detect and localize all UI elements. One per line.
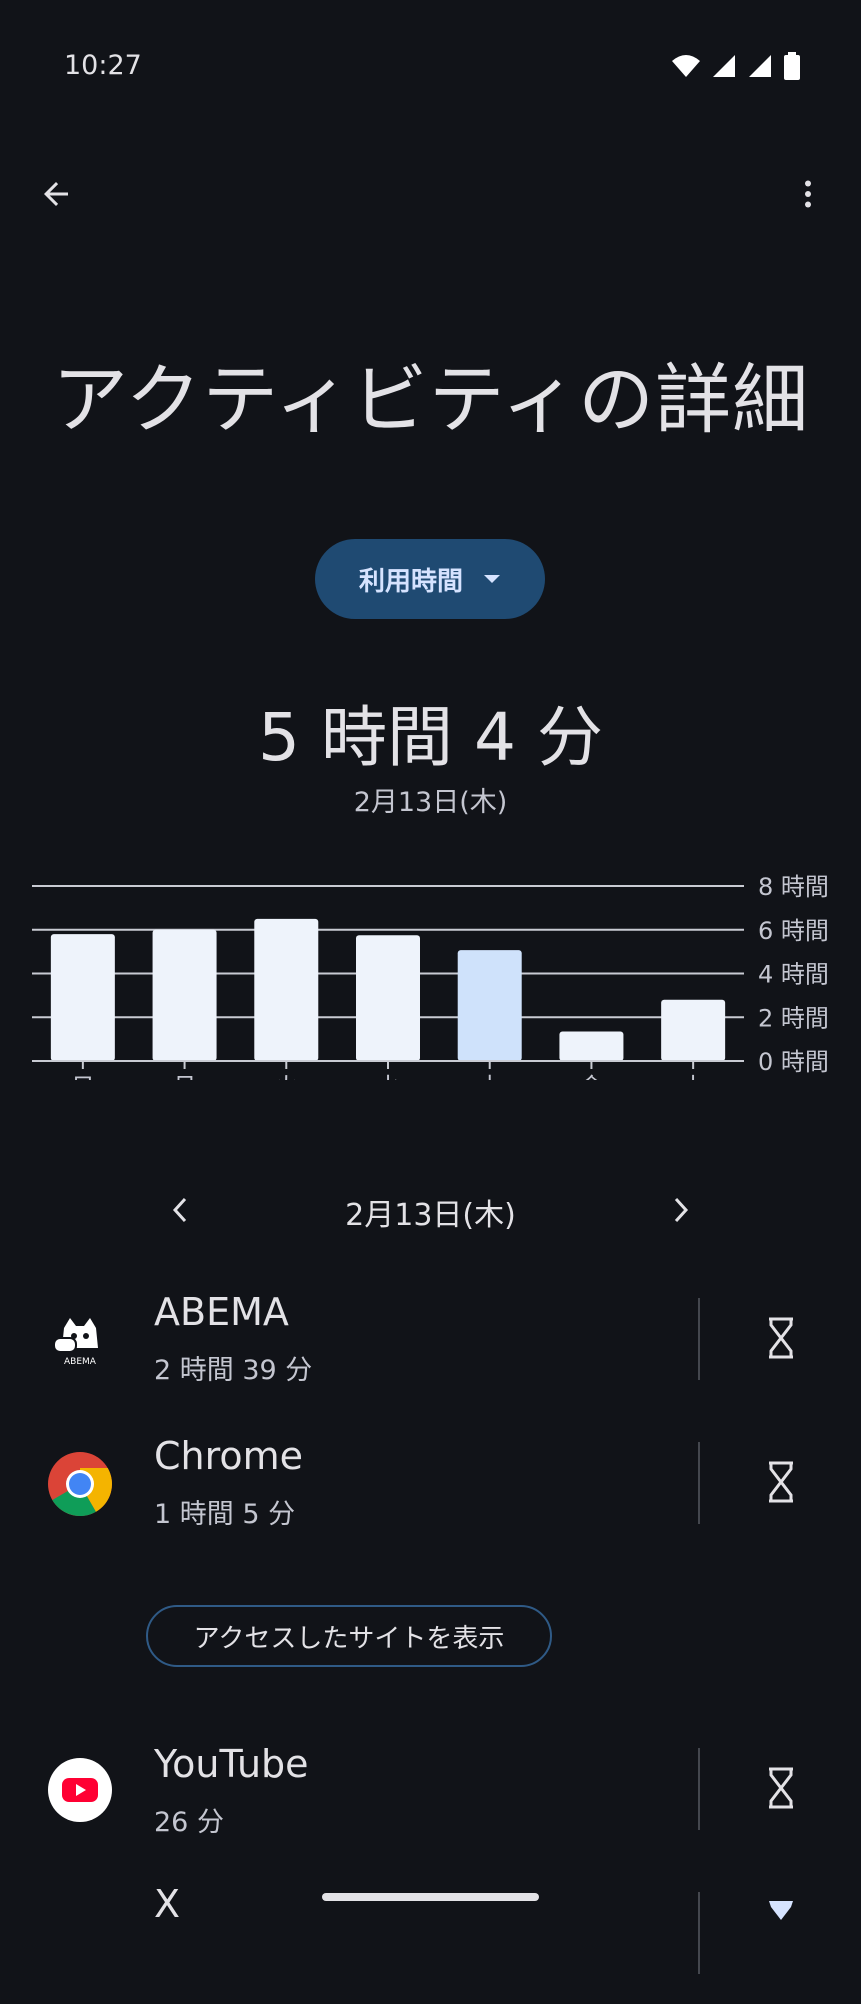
signal-icon xyxy=(713,55,735,77)
y-tick-label: 6 時間 xyxy=(758,917,829,945)
status-time: 10:27 xyxy=(64,50,142,81)
y-tick-label: 2 時間 xyxy=(758,1004,829,1032)
youtube-icon xyxy=(48,1758,112,1822)
battery-icon xyxy=(784,52,800,80)
hourglass-filled-icon xyxy=(769,1901,793,1920)
more-options-button[interactable] xyxy=(780,166,836,222)
x-tick-label: 土 xyxy=(681,1073,705,1080)
chart-bar[interactable] xyxy=(559,1031,624,1061)
svg-text:ABEMA: ABEMA xyxy=(64,1357,97,1367)
app-name: Chrome xyxy=(154,1434,304,1478)
x-tick-label: 金 xyxy=(579,1073,603,1080)
app-row-x[interactable]: X xyxy=(0,1864,861,2004)
x-icon xyxy=(48,1902,112,1966)
divider xyxy=(698,1892,700,1974)
x-tick-label: 月 xyxy=(173,1073,197,1080)
app-usage-time: 1 時間 5 分 xyxy=(154,1499,296,1530)
app-row-youtube[interactable]: YouTube 26 分 xyxy=(0,1720,861,1860)
gesture-nav-handle[interactable] xyxy=(322,1893,539,1901)
current-date-label: 2月13日(木) xyxy=(345,1198,516,1233)
y-tick-label: 8 時間 xyxy=(758,873,829,901)
page-title: アクティビティの詳細 xyxy=(52,355,810,444)
chart-bar[interactable] xyxy=(356,935,420,1061)
app-row-chrome[interactable]: Chrome 1 時間 5 分 xyxy=(0,1414,861,1554)
chart-bar[interactable] xyxy=(152,929,217,1061)
metric-dropdown-label: 利用時間 xyxy=(358,566,463,597)
summary-date: 2月13日(木) xyxy=(353,787,508,818)
app-timer-button[interactable] xyxy=(753,1454,809,1510)
chrome-icon xyxy=(48,1452,112,1516)
app-name: YouTube xyxy=(154,1742,309,1786)
signal-icon-2 xyxy=(749,55,771,77)
chart-bar[interactable] xyxy=(254,918,319,1061)
chart-bar[interactable] xyxy=(50,934,115,1061)
metric-dropdown[interactable]: 利用時間 xyxy=(315,539,545,619)
abema-icon: ABEMA xyxy=(48,1308,112,1372)
app-name: ABEMA xyxy=(154,1290,289,1334)
dropdown-arrow-icon xyxy=(484,575,500,583)
divider xyxy=(698,1298,700,1380)
next-day-button[interactable] xyxy=(651,1180,711,1240)
usage-bar-chart: 0 時間 2 時間 4 時間 6 時間 8 時間日 月 火 水 木 金 土 xyxy=(32,873,829,1080)
app-timer-button[interactable] xyxy=(753,1310,809,1366)
chevron-right-icon xyxy=(674,1197,689,1223)
status-icons xyxy=(671,52,801,80)
wifi-icon xyxy=(672,55,700,77)
hourglass-icon xyxy=(769,1317,793,1359)
x-tick-label: 日 xyxy=(71,1073,95,1080)
app-usage-time: 26 分 xyxy=(154,1807,224,1838)
app-usage-time: 2 時間 39 分 xyxy=(154,1355,313,1386)
chart-bar[interactable] xyxy=(661,999,726,1061)
app-timer-button[interactable] xyxy=(753,1760,809,1816)
x-tick-label: 火 xyxy=(274,1073,298,1080)
hourglass-icon xyxy=(769,1461,793,1503)
chart-bar[interactable] xyxy=(457,950,522,1061)
arrow-back-icon xyxy=(44,182,68,206)
more-vert-icon xyxy=(805,180,811,208)
divider xyxy=(698,1442,700,1524)
app-timer-button[interactable] xyxy=(753,1892,809,1948)
x-tick-label: 木 xyxy=(478,1073,502,1080)
y-tick-label: 4 時間 xyxy=(758,961,829,989)
back-button[interactable] xyxy=(28,166,84,222)
view-visited-sites-button[interactable]: アクセスしたサイトを表示 xyxy=(146,1605,552,1667)
divider xyxy=(698,1748,700,1830)
app-name: X xyxy=(154,1882,181,1926)
hourglass-icon xyxy=(769,1767,793,1809)
total-usage: 5 時間 4 分 xyxy=(258,699,603,776)
app-row-abema[interactable]: ABEMA ABEMA 2 時間 39 分 xyxy=(0,1270,861,1410)
x-tick-label: 水 xyxy=(376,1073,400,1080)
y-tick-label: 0 時間 xyxy=(758,1048,829,1076)
